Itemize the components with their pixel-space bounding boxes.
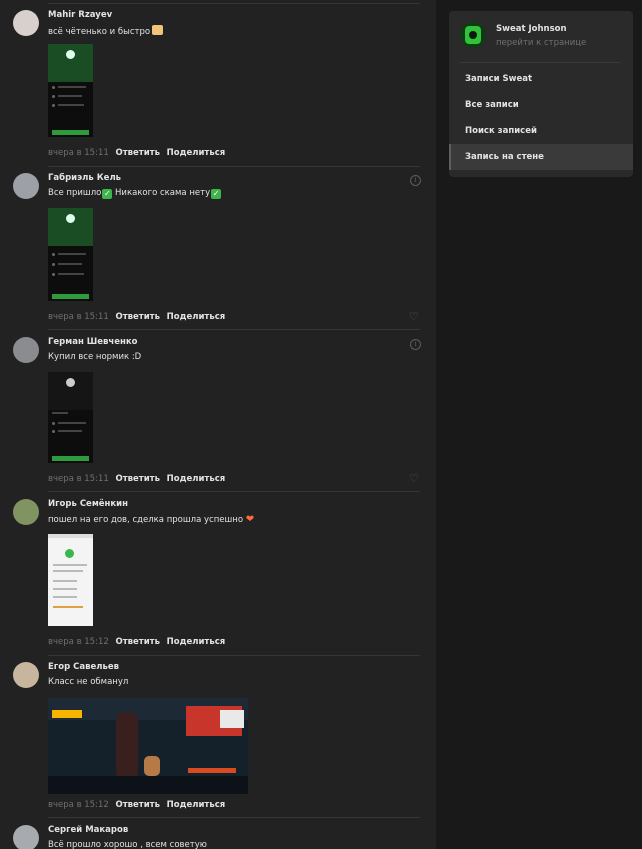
divider [48,817,420,818]
menu-item-label: Все записи [465,100,519,110]
comments-feed: Mahir Rzayev всё чётенько и быстро вчера… [0,0,436,849]
comment-author[interactable]: Mahir Rzayev [48,10,112,20]
divider [48,166,420,167]
comment-time[interactable]: вчера в 15:11 [48,148,109,158]
community-avatar[interactable] [460,22,486,48]
comment-author[interactable]: Габриэль Кель [48,173,121,183]
avatar[interactable] [13,337,39,363]
comment-time[interactable]: вчера в 15:12 [48,637,109,647]
heart-outline-icon[interactable]: ♡ [409,310,419,323]
check-mark-icon: ✓ [102,189,113,199]
share-button[interactable]: Поделиться [167,637,226,647]
comment-author[interactable]: Герман Шевченко [48,337,138,347]
menu-item-label: Поиск записей [465,126,537,136]
attachment-screenshot[interactable] [48,44,93,141]
comment-time[interactable]: вчера в 15:11 [48,312,109,322]
comment-author[interactable]: Сергей Макаров [48,825,128,835]
comment-text: Купил все нормик :D [48,352,142,362]
community-sidebar: Sweat Johnson перейти к странице Записи … [449,11,633,177]
heart-outline-icon[interactable]: ♡ [409,472,419,485]
reply-button[interactable]: Ответить [115,637,159,647]
comment-text-content: пошел на его дов, сделка прошла успешно [48,515,244,525]
menu-item-search-posts[interactable]: Поиск записей [449,118,633,144]
comment-meta: вчера в 15:11 Ответить Поделиться [48,148,225,158]
avatar[interactable] [13,173,39,199]
comment-meta: вчера в 15:12 Ответить Поделиться [48,800,225,810]
thumbs-up-icon [152,25,164,35]
divider [48,3,420,4]
comment-author[interactable]: Игорь Семёнкин [48,499,128,509]
attachment-game-screenshot[interactable] [48,698,248,794]
comment-text: Всё прошло хорошо , всем советую [48,840,207,849]
attachment-screenshot[interactable] [48,208,93,305]
share-button[interactable]: Поделиться [167,148,226,158]
comment-text-part: Никакого скама нету [112,188,211,198]
avatar[interactable] [13,662,39,688]
comment-time[interactable]: вчера в 15:12 [48,800,109,810]
info-icon[interactable]: i [410,339,421,350]
divider [48,329,420,330]
comment-text-part: Все пришло [48,188,102,198]
divider [48,491,420,492]
avatar[interactable] [13,499,39,525]
divider [460,62,620,63]
community-name[interactable]: Sweat Johnson [496,24,567,34]
go-to-page-link[interactable]: перейти к странице [496,38,586,48]
comment-text: всё чётенько и быстро [48,25,164,37]
share-button[interactable]: Поделиться [167,474,226,484]
menu-item-label: Запись на стене [465,152,544,162]
comment-time[interactable]: вчера в 15:11 [48,474,109,484]
comment-meta: вчера в 15:12 Ответить Поделиться [48,637,225,647]
reply-button[interactable]: Ответить [115,312,159,322]
comment-author[interactable]: Егор Савельев [48,662,119,672]
reply-button[interactable]: Ответить [115,800,159,810]
comment-text: Класс не обманул [48,677,129,687]
comment-text-content: всё чётенько и быстро [48,27,151,37]
avatar[interactable] [13,825,39,849]
attachment-screenshot[interactable] [48,534,93,630]
comment-meta: вчера в 15:11 Ответить Поделиться [48,312,225,322]
avatar[interactable] [13,10,39,36]
menu-item-label: Записи Sweat [465,74,533,84]
comment-text: Все пришло ✓ Никакого скама нету ✓ [48,188,222,199]
share-button[interactable]: Поделиться [167,312,226,322]
divider [48,655,420,656]
reply-button[interactable]: Ответить [115,148,159,158]
share-button[interactable]: Поделиться [167,800,226,810]
heart-icon: ❤ [245,514,255,525]
comment-text: пошел на его дов, сделка прошла успешно … [48,514,254,525]
menu-item-sweat-posts[interactable]: Записи Sweat [449,66,633,92]
attachment-screenshot[interactable] [48,372,93,467]
menu-item-all-posts[interactable]: Все записи [449,92,633,118]
menu-item-wall-post[interactable]: Запись на стене [449,144,633,170]
reply-button[interactable]: Ответить [115,474,159,484]
info-icon[interactable]: i [410,175,421,186]
check-mark-icon: ✓ [211,189,222,199]
comment-meta: вчера в 15:11 Ответить Поделиться [48,474,225,484]
